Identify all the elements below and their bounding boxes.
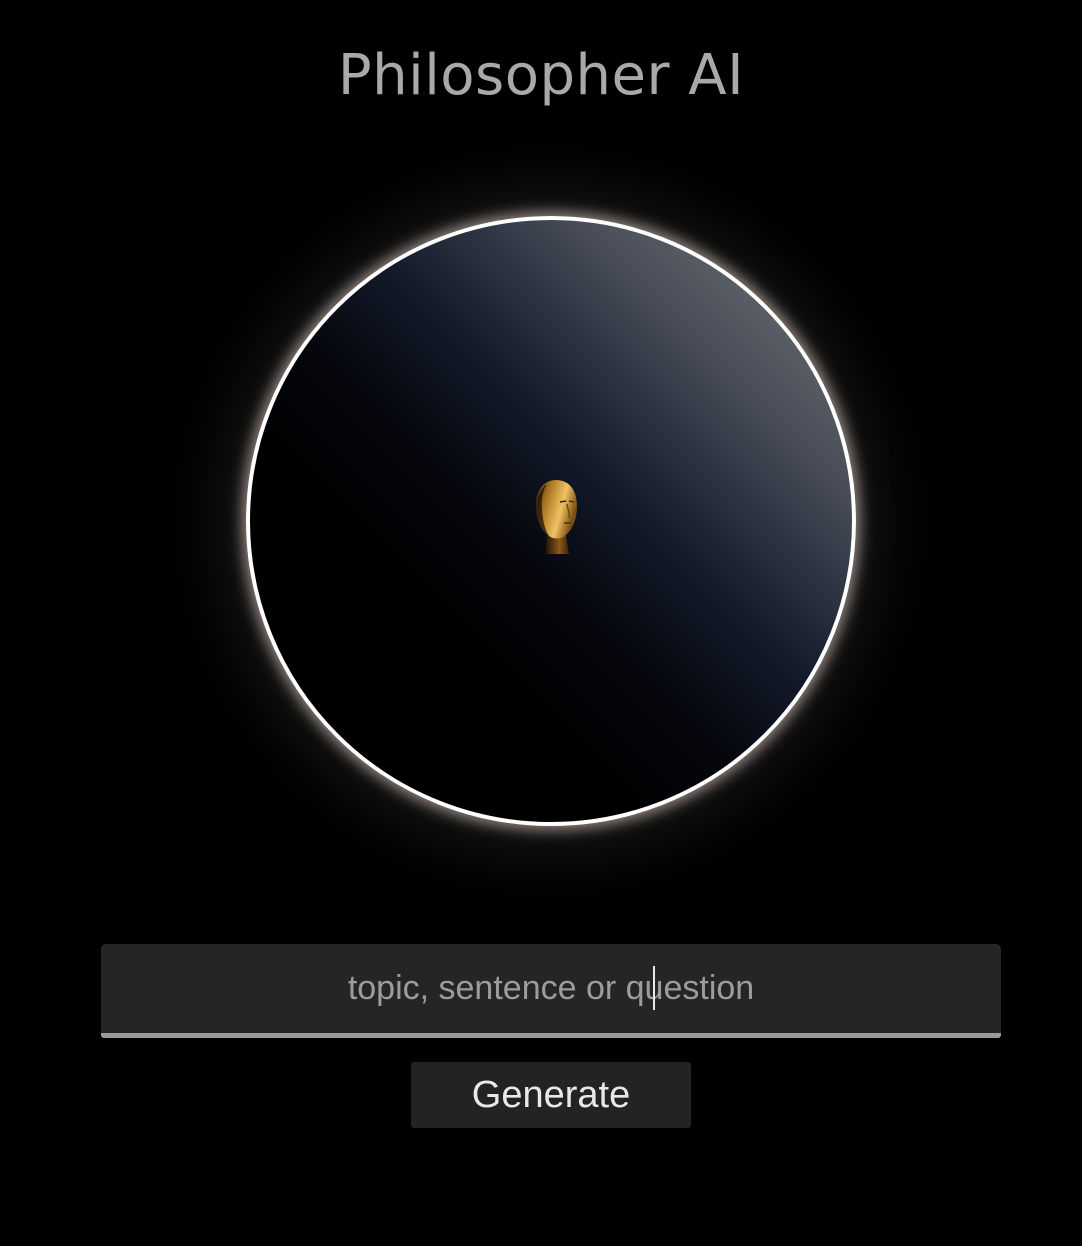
text-caret xyxy=(653,966,655,1010)
orb-circle xyxy=(246,216,856,826)
philosopher-orb xyxy=(246,216,856,826)
generate-button[interactable]: Generate xyxy=(411,1062,691,1128)
page-title: Philosopher AI xyxy=(337,43,745,108)
topic-input[interactable] xyxy=(101,944,1001,1033)
topic-input-container xyxy=(101,944,1001,1038)
philosopher-head-icon xyxy=(536,480,577,554)
